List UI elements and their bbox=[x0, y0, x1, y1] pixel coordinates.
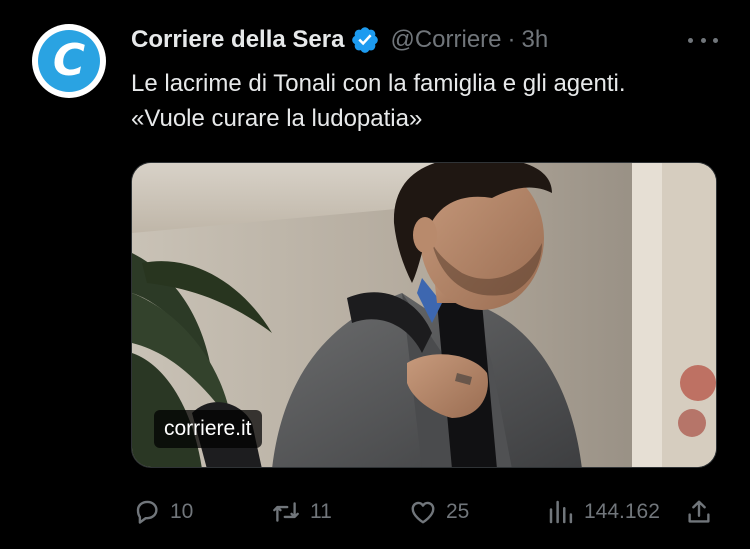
repost-arrows-icon bbox=[270, 497, 302, 527]
repost-button[interactable]: 11 bbox=[270, 490, 332, 534]
heart-icon bbox=[408, 497, 438, 527]
separator-dot: · bbox=[507, 26, 516, 53]
reply-bubble-icon bbox=[132, 497, 162, 527]
bar-chart-icon bbox=[546, 497, 576, 527]
like-count: 25 bbox=[446, 500, 470, 523]
tweet-text: Le lacrime di Tonali con la famiglia e g… bbox=[131, 66, 731, 136]
view-count: 144.162 bbox=[584, 500, 660, 523]
timestamp[interactable]: 3h bbox=[522, 26, 549, 54]
repost-count: 11 bbox=[310, 500, 332, 523]
avatar[interactable]: C bbox=[32, 24, 106, 98]
tweet-text-line: Le lacrime di Tonali con la famiglia e g… bbox=[131, 70, 626, 97]
display-name[interactable]: Corriere della Sera bbox=[131, 26, 344, 54]
reply-button[interactable]: 10 bbox=[132, 490, 193, 534]
verified-badge-icon[interactable] bbox=[350, 25, 380, 55]
more-dot bbox=[713, 37, 718, 43]
like-button[interactable]: 25 bbox=[408, 490, 469, 534]
more-dot bbox=[688, 37, 693, 43]
more-dot bbox=[700, 37, 706, 43]
link-domain-chip[interactable]: corriere.it bbox=[154, 410, 262, 448]
share-button[interactable] bbox=[684, 490, 714, 534]
action-bar: 10 11 25 144.162 bbox=[0, 490, 750, 534]
share-upload-icon bbox=[684, 497, 714, 527]
more-dots-icon[interactable] bbox=[688, 30, 718, 50]
handle[interactable]: @Corriere bbox=[390, 26, 501, 54]
avatar-letter: C bbox=[52, 35, 86, 86]
views-button[interactable]: 144.162 bbox=[546, 490, 660, 534]
corriere-logo-icon: C bbox=[38, 30, 100, 92]
tweet-header: Corriere della Sera @Corriere · 3h bbox=[131, 24, 548, 56]
tweet-card[interactable]: C Corriere della Sera @Corriere · 3h Le … bbox=[0, 0, 750, 549]
reply-count: 10 bbox=[170, 500, 194, 523]
tweet-text-line: «Vuole curare la ludopatia» bbox=[131, 105, 423, 132]
